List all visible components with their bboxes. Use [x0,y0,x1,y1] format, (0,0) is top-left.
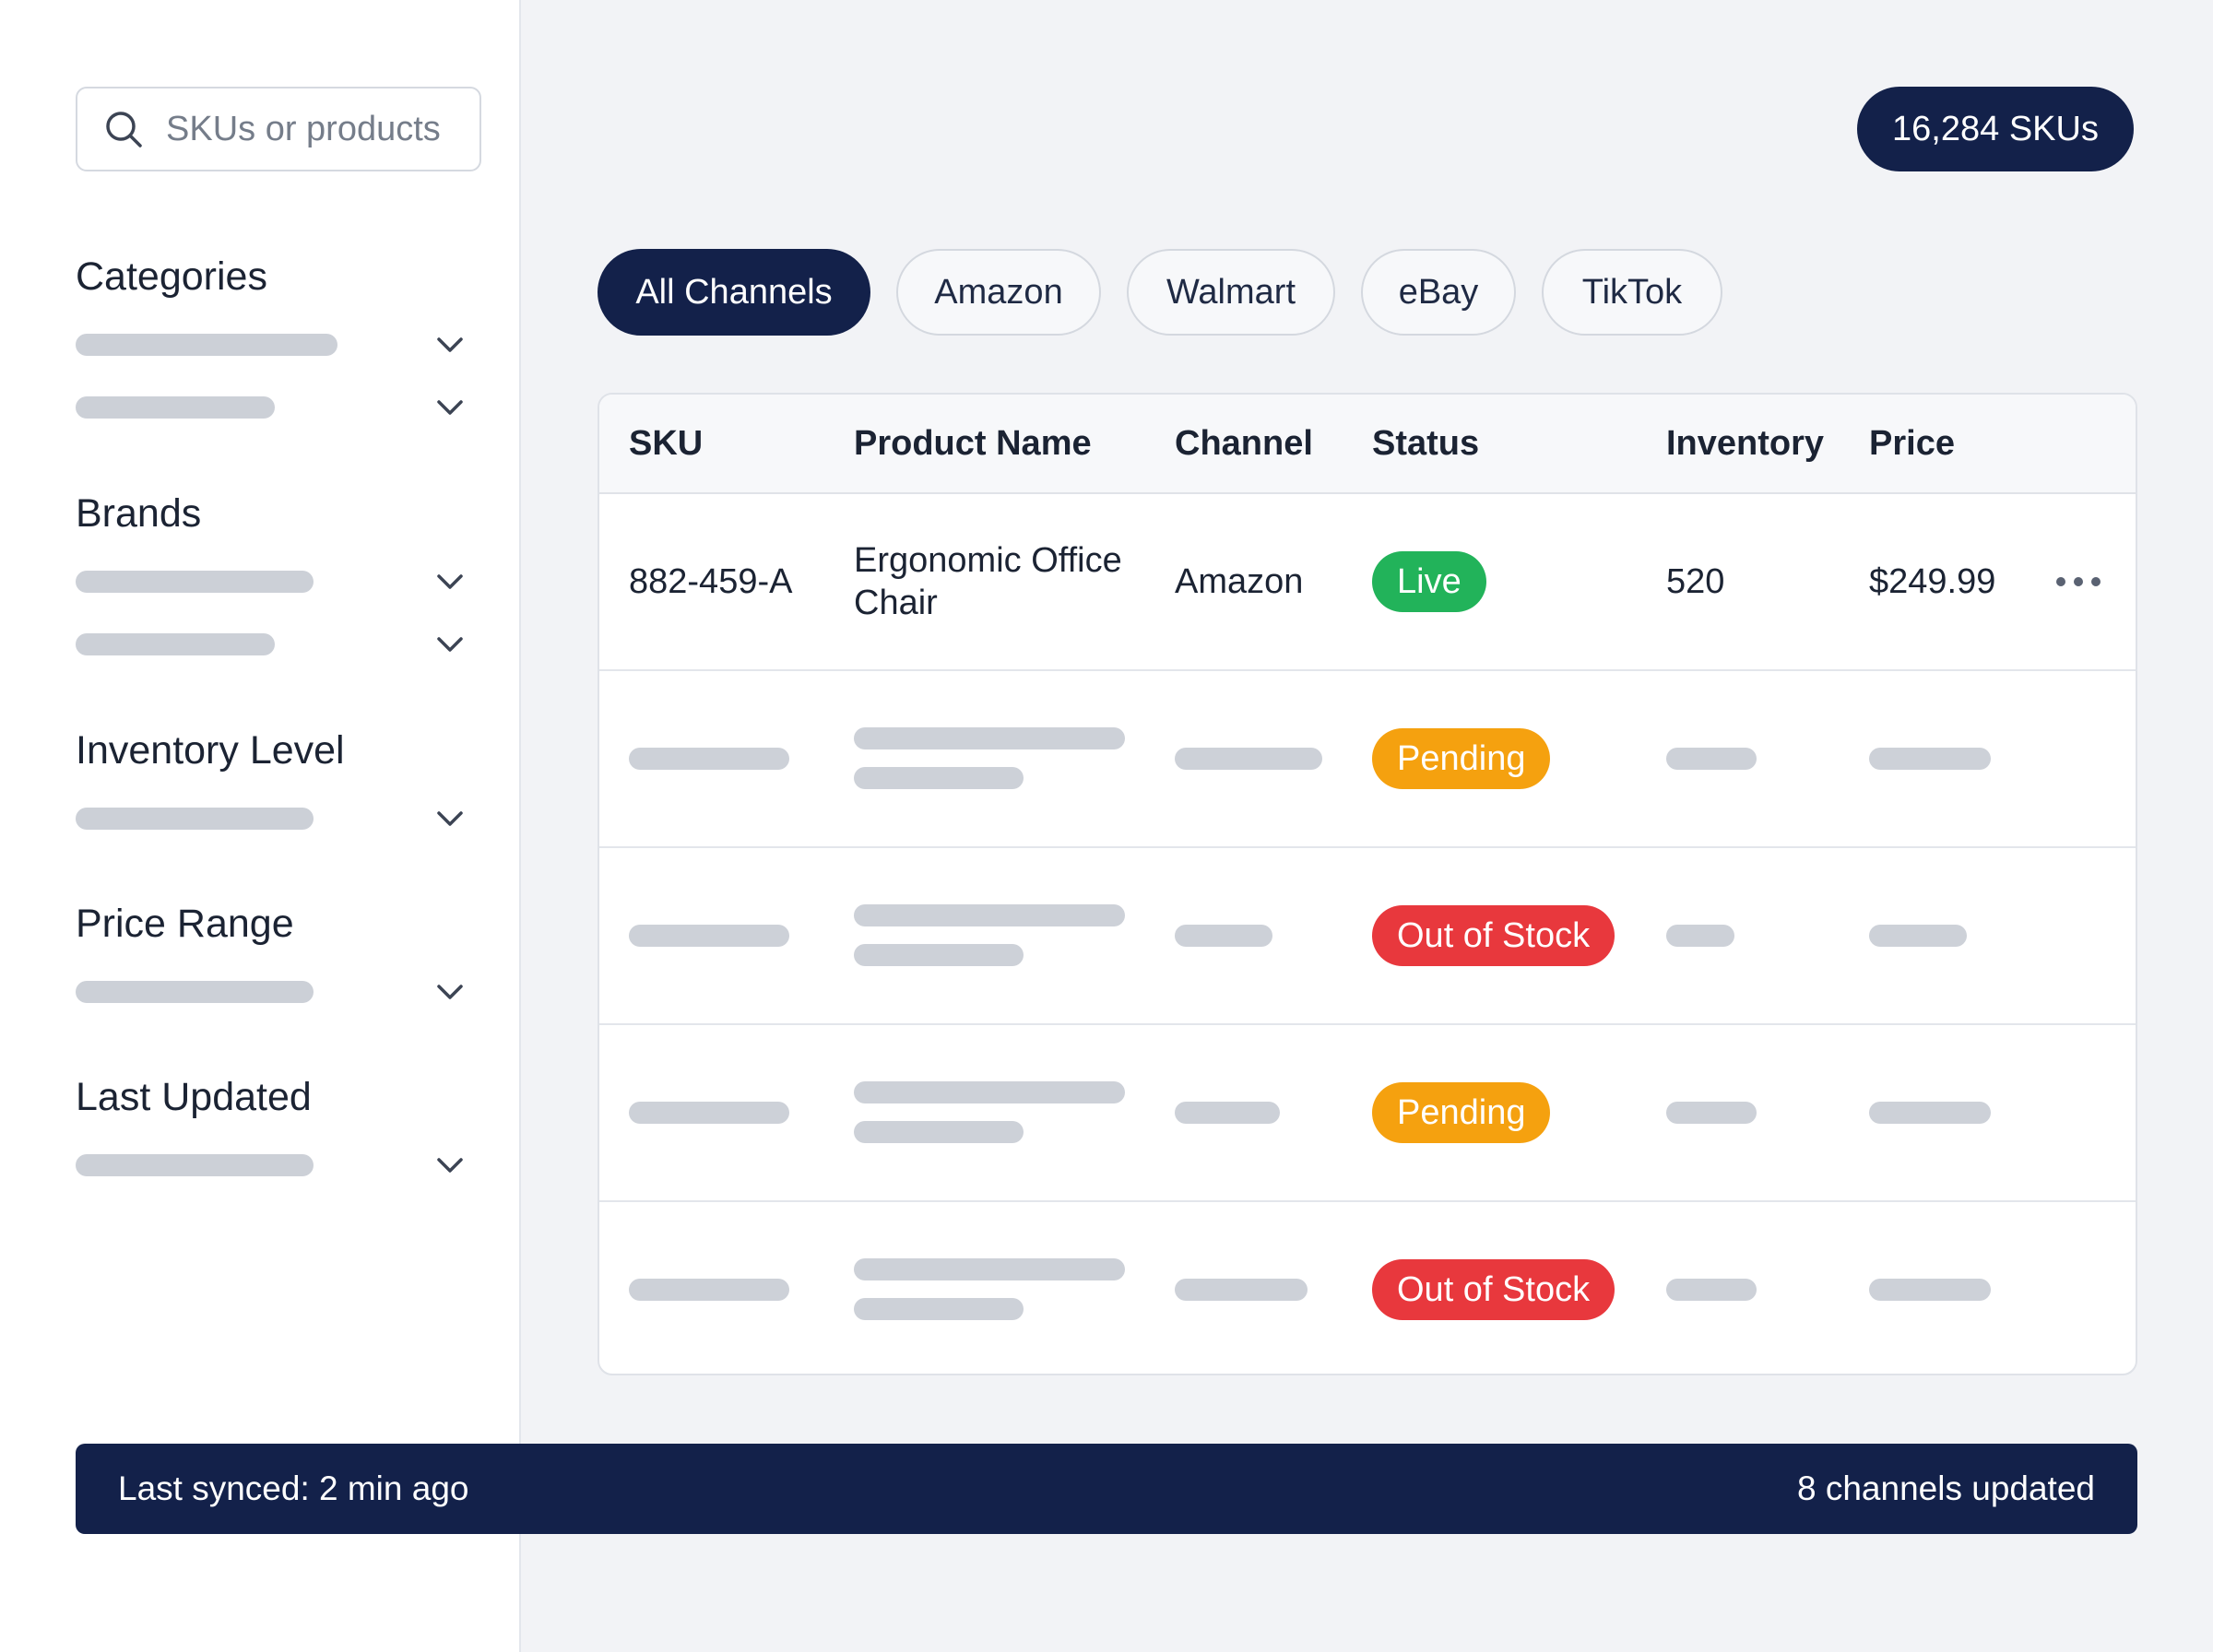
tab-ebay[interactable]: eBay [1361,249,1516,336]
channel-placeholder [1175,1102,1280,1124]
tab-all-channels[interactable]: All Channels [598,249,870,336]
column-header-sku[interactable]: SKU [629,395,703,492]
filter-group-last-updated: Last Updated [76,1069,472,1197]
tab-walmart[interactable]: Walmart [1127,249,1335,336]
column-header-product-name[interactable]: Product Name [854,395,1092,492]
filter-option[interactable] [76,787,472,850]
status-badge: Out of Stock [1372,905,1615,966]
channel-placeholder [1175,925,1272,947]
filter-option-placeholder [76,981,314,1003]
price-placeholder [1869,925,1967,947]
sku-table: SKU Product Name Channel Status Inventor… [598,393,2137,1375]
tab-tiktok[interactable]: TikTok [1542,249,1722,336]
sku-cell: 882-459-A [629,561,793,601]
channels-updated-text: 8 channels updated [1797,1469,2095,1507]
filter-group-inventory-level: Inventory Level [76,723,472,850]
product-name-placeholder [854,767,1024,789]
status-badge: Pending [1372,1082,1551,1143]
product-name-placeholder [854,1258,1125,1280]
sku-count-badge: 16,284 SKUs [1857,87,2134,171]
price-cell: $249.99 [1869,561,1996,601]
product-name-placeholder [854,904,1125,926]
filter-option[interactable] [76,550,472,613]
column-header-status[interactable]: Status [1372,395,1479,492]
inventory-placeholder [1666,1279,1757,1301]
filter-title: Last Updated [76,1075,312,1119]
column-header-price[interactable]: Price [1869,395,1955,492]
sku-placeholder [629,925,789,947]
status-cell: Live [1372,494,1486,669]
chevron-down-icon[interactable] [432,389,468,426]
column-header-inventory[interactable]: Inventory [1666,395,1824,492]
price-placeholder [1869,748,1991,770]
status-cell: Out of Stock [1372,848,1615,1023]
filter-option[interactable] [76,961,472,1023]
product-name-placeholder [854,944,1024,966]
price-placeholder [1869,1279,1991,1301]
chevron-down-icon[interactable] [432,800,468,837]
main-content: 16,284 SKUs All Channels Amazon Walmart … [523,0,2213,1652]
table-row[interactable]: Out of Stock [599,1202,2136,1374]
filter-title: Inventory Level [76,728,345,773]
channel-placeholder [1175,748,1322,770]
chevron-down-icon[interactable] [432,326,468,363]
chevron-down-icon[interactable] [432,1147,468,1184]
filter-option-placeholder [76,571,314,593]
status-cell: Pending [1372,671,1551,846]
table-row[interactable]: Pending [599,671,2136,848]
product-name-placeholder [854,727,1125,749]
inventory-placeholder [1666,748,1757,770]
filter-option-placeholder [76,396,275,419]
search-icon [106,112,142,148]
filter-group-price-range: Price Range [76,896,472,1023]
table-header: SKU Product Name Channel Status Inventor… [599,395,2136,494]
channel-cell: Amazon [1175,561,1304,601]
filter-option[interactable] [76,376,472,439]
filter-option[interactable] [76,613,472,676]
chevron-down-icon[interactable] [432,626,468,663]
price-placeholder [1869,1102,1991,1124]
filter-option-placeholder [76,633,275,655]
sku-placeholder [629,1279,789,1301]
sync-status-bar: Last synced: 2 min ago 8 channels update… [76,1444,2137,1534]
filter-title: Categories [76,254,267,299]
sku-placeholder [629,748,789,770]
product-name-placeholder [854,1081,1125,1103]
column-header-channel[interactable]: Channel [1175,395,1313,492]
filter-title: Price Range [76,902,294,946]
chevron-down-icon[interactable] [432,563,468,600]
filter-group-categories: Categories [76,249,472,439]
filter-option-placeholder [76,808,314,830]
filter-group-brands: Brands [76,486,472,676]
chevron-down-icon[interactable] [432,974,468,1010]
table-row[interactable]: Pending [599,1025,2136,1202]
table-row[interactable]: Out of Stock [599,848,2136,1025]
filter-title: Brands [76,491,202,536]
filter-option[interactable] [76,1134,472,1197]
filter-sidebar: SKUs or products Categories Brands Inven… [0,0,521,1652]
product-name-placeholder [854,1298,1024,1320]
filter-option-placeholder [76,334,337,356]
last-synced-text: Last synced: 2 min ago [118,1469,469,1507]
status-badge: Out of Stock [1372,1259,1615,1320]
inventory-placeholder [1666,1102,1757,1124]
status-badge: Live [1372,551,1486,612]
table-row[interactable]: 882-459-A Ergonomic Office Chair Amazon … [599,494,2136,671]
product-name-cell: Ergonomic Office Chair [854,541,1122,622]
status-cell: Out of Stock [1372,1202,1615,1374]
status-cell: Pending [1372,1025,1551,1200]
channel-tabs: All Channels Amazon Walmart eBay TikTok [598,249,1748,336]
search-input[interactable]: SKUs or products [166,110,441,149]
channel-placeholder [1175,1279,1308,1301]
sku-placeholder [629,1102,789,1124]
search-field[interactable]: SKUs or products [76,87,481,171]
inventory-placeholder [1666,925,1734,947]
inventory-cell: 520 [1666,561,1725,601]
product-name-placeholder [854,1121,1024,1143]
status-badge: Pending [1372,728,1551,789]
more-horizontal-icon[interactable] [2053,570,2104,594]
filter-option[interactable] [76,313,472,376]
filter-option-placeholder [76,1154,314,1176]
tab-amazon[interactable]: Amazon [896,249,1101,336]
